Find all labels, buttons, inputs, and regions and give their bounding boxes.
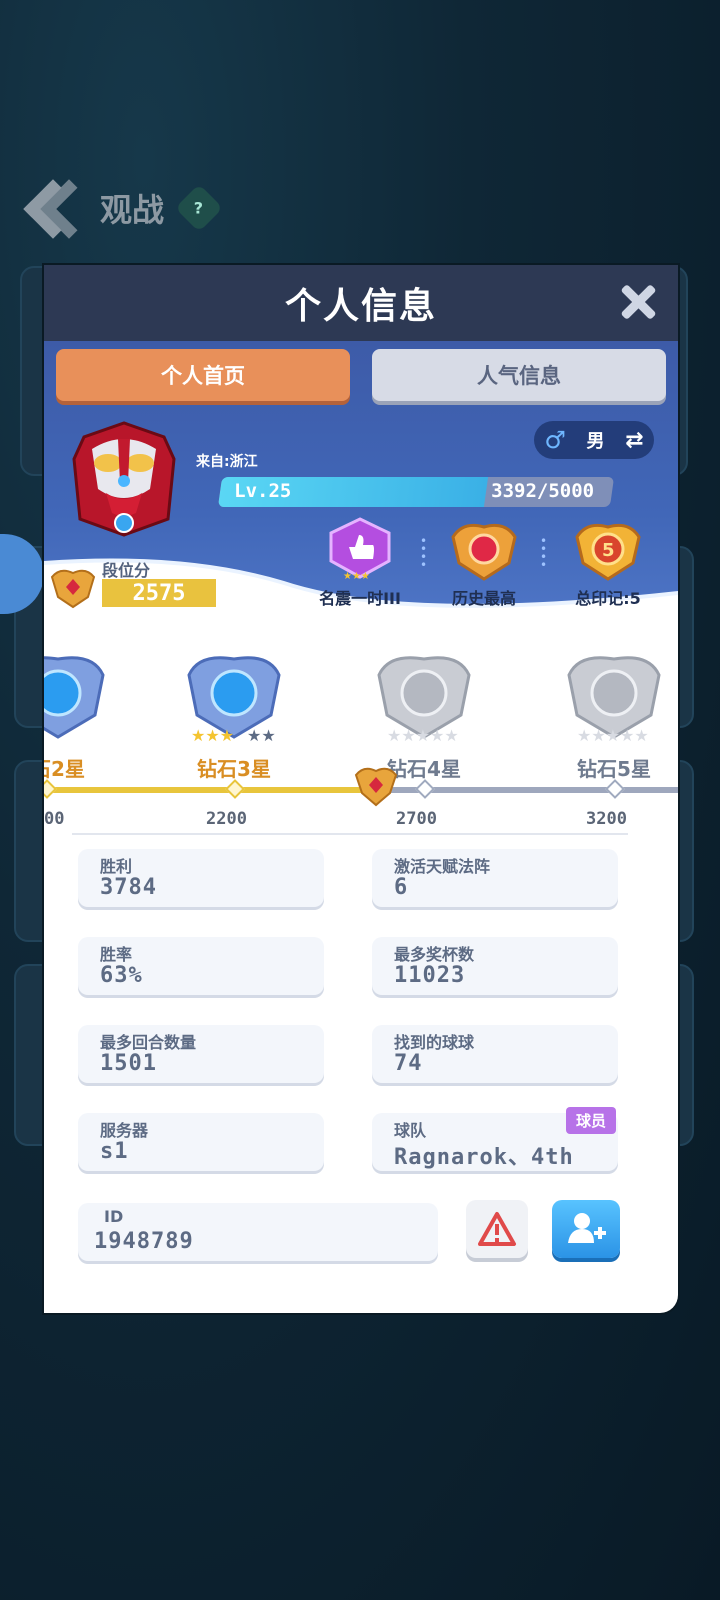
id-value: 1948789 — [94, 1229, 194, 1254]
progress-tick — [605, 779, 625, 799]
rank-score-label: 段位分 — [102, 561, 151, 580]
profile-panel: 个人首页 人气信息 来自:浙江 ♂ 男 ⇄ Lv.25 3392/5000 段位… — [44, 341, 678, 631]
progress-tick-label: 2700 — [396, 809, 437, 829]
tier-item: ★★★★★ 钻石5星 — [554, 645, 674, 782]
tier-item: 石2星 — [44, 645, 118, 782]
svg-text:5: 5 — [602, 540, 615, 561]
svg-text:★★★★★: ★★★★★ — [577, 726, 649, 745]
swap-icon[interactable]: ⇄ — [625, 428, 643, 453]
close-button[interactable] — [614, 279, 660, 325]
achievement-thumbs[interactable]: ★★★ 名震一时III — [300, 517, 420, 609]
diamond-tier-icon — [44, 656, 105, 739]
tab-popularity[interactable]: 人气信息 — [372, 349, 666, 401]
role-badge: 球员 — [565, 1107, 616, 1134]
stat-label: 激活天赋法阵 — [394, 857, 491, 876]
separator-dots: • • • • — [540, 534, 548, 572]
progress-tick-label: 2200 — [206, 809, 247, 829]
stat-value: 6 — [394, 875, 409, 900]
achievement-history[interactable]: 历史最高 — [424, 517, 544, 609]
svg-text:★★: ★★ — [247, 726, 276, 745]
stat-value: 63% — [100, 963, 143, 988]
modal-header: 个人信息 — [44, 265, 678, 341]
stat-value: s1 — [100, 1139, 129, 1164]
tier-item: ★★★ ★★ 钻石3星 — [174, 645, 294, 782]
svg-text:★★★: ★★★ — [191, 726, 234, 745]
warning-icon — [478, 1212, 516, 1246]
ruby-medal-icon — [451, 523, 517, 581]
stat-server: 服务器 s1 — [78, 1113, 324, 1171]
profile-modal: 个人信息 个人首页 人气信息 来自:浙江 ♂ 男 ⇄ Lv.25 3392/50 — [44, 265, 678, 1313]
achievement-label: 总印记:5 — [575, 589, 641, 608]
progress-tick-label: 3200 — [586, 809, 627, 829]
tier-label: 石2星 — [44, 757, 85, 781]
progress-tick — [415, 779, 435, 799]
diamond-tier-locked-icon: ★★★★★ — [567, 656, 661, 745]
tab-bar: 个人首页 人气信息 — [56, 349, 666, 401]
rank-badge-icon — [50, 569, 96, 609]
svg-text:★★★★★: ★★★★★ — [387, 726, 459, 745]
gold-medal-5-icon: 5 — [575, 523, 641, 581]
thumbs-up-badge-icon: ★★★ — [329, 517, 391, 582]
modal-title: 个人信息 — [284, 286, 437, 327]
tier-carousel[interactable]: 石2星 ★★★★★ 钻石3星 ★★★★★ 钻石4星 ★★★★★ — [44, 631, 678, 861]
stat-label: 球队 — [394, 1121, 427, 1140]
stat-team[interactable]: 球队 Ragnarok、4th 球员 — [372, 1107, 618, 1171]
stat-balls-found: 找到的球球 74 — [372, 1025, 618, 1083]
stat-value: 11023 — [394, 963, 466, 988]
stat-label: 服务器 — [100, 1121, 149, 1140]
current-rank-marker-icon — [354, 767, 398, 807]
tier-label: 钻石5星 — [577, 757, 651, 781]
help-icon[interactable]: ? — [174, 183, 224, 233]
achievement-label: 历史最高 — [451, 589, 516, 608]
rank-progress-fill — [44, 787, 376, 793]
stat-win-rate: 胜率 63% — [78, 937, 324, 995]
stat-value: 74 — [394, 1051, 423, 1076]
achievement-marks[interactable]: 5 总印记:5 — [548, 517, 668, 609]
add-user-icon — [568, 1213, 606, 1243]
xp-bar: Lv.25 3392/5000 — [217, 477, 615, 507]
tier-item: ★★★★★ 钻石4星 — [364, 645, 484, 782]
stat-value: 1501 — [100, 1051, 157, 1076]
stat-label: 找到的球球 — [394, 1033, 475, 1052]
tab-home[interactable]: 个人首页 — [56, 349, 350, 401]
stat-max-trophies: 最多奖杯数 11023 — [372, 937, 618, 995]
stat-value: Ragnarok、4th — [394, 1145, 574, 1170]
diamond-tier-icon: ★★★ ★★ — [187, 656, 281, 745]
male-icon: ♂ — [544, 426, 566, 454]
stat-wins: 胜利 3784 — [78, 849, 324, 907]
level-text: Lv.25 — [234, 480, 292, 502]
report-button[interactable] — [466, 1200, 528, 1258]
diamond-tier-locked-icon: ★★★★★ — [377, 656, 471, 745]
stat-label: 最多回合数量 — [100, 1033, 197, 1052]
id-label: ID — [104, 1207, 124, 1226]
rank-score: 2575 — [102, 579, 216, 607]
stat-label: 胜利 — [100, 857, 133, 876]
add-friend-button[interactable] — [552, 1200, 620, 1258]
stat-talent-array: 激活天赋法阵 6 — [372, 849, 618, 907]
xp-text: 3392/5000 — [491, 480, 595, 502]
progress-tick — [225, 779, 245, 799]
achievement-label: 名震一时III — [319, 589, 401, 608]
divider — [72, 833, 628, 835]
stat-value: 3784 — [100, 875, 157, 900]
back-arrow-icon[interactable] — [22, 178, 82, 238]
bg-topbar: 观战 ? — [22, 178, 224, 238]
stat-label: 最多奖杯数 — [394, 945, 475, 964]
stat-label: 胜率 — [100, 945, 133, 964]
svg-text:★★★: ★★★ — [343, 571, 370, 582]
from-location: 来自:浙江 — [196, 454, 258, 470]
player-id-box[interactable]: ID 1948789 — [78, 1203, 438, 1261]
tier-label: 钻石3星 — [197, 757, 271, 781]
avatar[interactable] — [64, 419, 184, 539]
progress-tick-label: 00 — [44, 809, 65, 829]
progress-tick — [44, 779, 57, 799]
bg-title: 观战 — [100, 191, 165, 229]
gender-label: 男 — [586, 431, 605, 452]
stat-max-rounds: 最多回合数量 1501 — [78, 1025, 324, 1083]
gender-pill: ♂ 男 ⇄ — [534, 421, 654, 459]
